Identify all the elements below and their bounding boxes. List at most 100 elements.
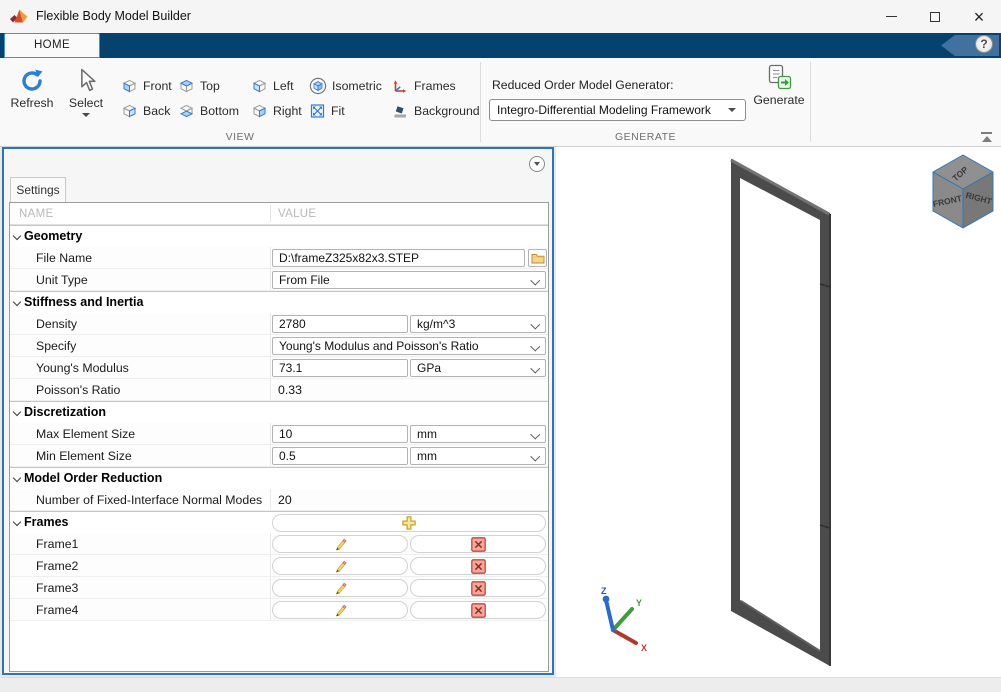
max-element-size-input[interactable]: 10 xyxy=(272,425,408,443)
collapse-panel-button[interactable] xyxy=(529,156,545,172)
browse-file-button[interactable] xyxy=(528,249,547,267)
row-frame2: Frame2 xyxy=(10,555,548,577)
collapse-bar-icon xyxy=(981,132,992,134)
pencil-icon xyxy=(333,603,348,618)
select-dropdown-caret-icon[interactable] xyxy=(82,113,90,117)
settings-panel: Settings NAME VALUE Geometry File Name D… xyxy=(2,147,554,675)
min-element-unit-dropdown[interactable]: mm xyxy=(410,447,546,465)
add-frame-button[interactable] xyxy=(272,514,546,532)
delete-frame4-button[interactable] xyxy=(410,601,546,619)
delete-frame1-button[interactable] xyxy=(410,535,546,553)
view-right-button[interactable]: Right xyxy=(251,102,302,120)
view-bottom-button[interactable]: Bottom xyxy=(178,102,239,120)
view-background-button[interactable]: Background xyxy=(392,102,480,120)
table-header: NAME VALUE xyxy=(10,203,548,225)
view-frames-button[interactable]: Frames xyxy=(392,77,456,95)
title-bar: Flexible Body Model Builder × xyxy=(0,0,1001,33)
view-fit-button[interactable]: Fit xyxy=(309,102,345,120)
view-isometric-button[interactable]: Isometric xyxy=(309,77,382,95)
section-title: Discretization xyxy=(24,402,106,423)
status-bar xyxy=(0,677,1001,692)
edit-frame2-button[interactable] xyxy=(272,557,408,575)
normal-modes-value[interactable]: 20 xyxy=(278,489,292,511)
section-title: Stiffness and Inertia xyxy=(24,292,143,313)
rom-generator-dropdown[interactable]: Integro-Differential Modeling Framework xyxy=(489,99,746,121)
generate-button[interactable]: Generate xyxy=(750,63,808,107)
chevron-down-icon[interactable] xyxy=(13,474,21,482)
section-title: Model Order Reduction xyxy=(24,468,162,489)
youngs-unit-dropdown[interactable]: GPa xyxy=(410,359,546,377)
poissons-ratio-value[interactable]: 0.33 xyxy=(278,379,302,401)
row-min-element-size: Min Element Size 0.5 mm xyxy=(10,445,548,467)
help-button[interactable]: ? xyxy=(975,35,993,53)
cube-left-icon xyxy=(251,78,268,94)
row-frame1: Frame1 xyxy=(10,533,548,555)
min-element-size-input[interactable]: 0.5 xyxy=(272,447,408,465)
delete-x-icon xyxy=(471,537,486,552)
close-button[interactable]: × xyxy=(957,0,1001,33)
section-row-geometry[interactable]: Geometry xyxy=(10,225,548,247)
density-input[interactable]: 2780 xyxy=(272,315,408,333)
chevron-down-icon[interactable] xyxy=(13,408,21,416)
delete-frame2-button[interactable] xyxy=(410,557,546,575)
cube-back-icon xyxy=(121,103,138,119)
generate-section-label: GENERATE xyxy=(481,131,810,143)
edit-frame3-button[interactable] xyxy=(272,579,408,597)
cube-bottom-icon xyxy=(178,103,195,119)
section-row-stiffness[interactable]: Stiffness and Inertia xyxy=(10,291,548,313)
column-header-name: NAME xyxy=(19,203,53,225)
view-front-button[interactable]: Front xyxy=(121,77,172,95)
pencil-icon xyxy=(333,559,348,574)
row-youngs-modulus: Young's Modulus 73.1 GPa xyxy=(10,357,548,379)
refresh-icon xyxy=(19,67,46,94)
property-label: Specify xyxy=(36,335,76,357)
model-canvas[interactable]: TOP FRONT RIGHT Z Y X xyxy=(556,147,1001,677)
section-row-model-order-reduction[interactable]: Model Order Reduction xyxy=(10,467,548,489)
row-file-name: File Name D:\frameZ325x82x3.STEP xyxy=(10,247,548,269)
chevron-down-icon[interactable] xyxy=(13,518,21,526)
frame-label: Frame3 xyxy=(36,577,78,599)
column-header-value: VALUE xyxy=(278,203,316,225)
view-left-button[interactable]: Left xyxy=(251,77,294,95)
collapse-toolstrip-button[interactable] xyxy=(980,132,993,143)
background-icon xyxy=(392,103,409,119)
youngs-modulus-input[interactable]: 73.1 xyxy=(272,359,408,377)
tab-settings[interactable]: Settings xyxy=(10,177,66,203)
model-viewport[interactable]: TOP FRONT RIGHT Z Y X xyxy=(556,147,1001,677)
matlab-logo-icon xyxy=(9,6,29,26)
window-title: Flexible Body Model Builder xyxy=(36,0,191,33)
collapse-triangle-icon xyxy=(982,136,992,142)
section-row-discretization[interactable]: Discretization xyxy=(10,401,548,423)
property-label: Number of Fixed-Interface Normal Modes xyxy=(36,489,262,511)
view-top-button[interactable]: Top xyxy=(178,77,220,95)
chevron-down-icon[interactable] xyxy=(13,298,21,306)
property-table: NAME VALUE Geometry File Name D:\frameZ3… xyxy=(9,202,549,672)
delete-frame3-button[interactable] xyxy=(410,579,546,597)
refresh-button[interactable]: Refresh xyxy=(6,67,58,110)
specify-dropdown[interactable]: Young's Modulus and Poisson's Ratio xyxy=(272,337,546,355)
unit-type-dropdown[interactable]: From File xyxy=(272,271,546,289)
minimize-button[interactable] xyxy=(869,0,913,33)
maximize-icon xyxy=(930,12,940,22)
edit-frame4-button[interactable] xyxy=(272,601,408,619)
row-unit-type: Unit Type From File xyxy=(10,269,548,291)
chevron-down-icon[interactable] xyxy=(13,232,21,240)
delete-x-icon xyxy=(471,581,486,596)
maximize-button[interactable] xyxy=(913,0,957,33)
property-label: Poisson's Ratio xyxy=(36,379,120,401)
tab-home[interactable]: HOME xyxy=(4,33,100,58)
generate-icon xyxy=(765,63,793,91)
property-label: Young's Modulus xyxy=(36,357,129,379)
max-element-unit-dropdown[interactable]: mm xyxy=(410,425,546,443)
toolstrip: Refresh Select Front Top Left xyxy=(0,58,1001,147)
view-back-button[interactable]: Back xyxy=(121,102,170,120)
edit-frame1-button[interactable] xyxy=(272,535,408,553)
row-frame4: Frame4 xyxy=(10,599,548,621)
density-unit-dropdown[interactable]: kg/m^3 xyxy=(410,315,546,333)
view-section-label: VIEW xyxy=(0,131,480,143)
section-row-frames[interactable]: Frames xyxy=(10,511,548,533)
file-name-input[interactable]: D:\frameZ325x82x3.STEP xyxy=(272,249,525,267)
property-label: Density xyxy=(36,313,77,335)
rom-generator-label: Reduced Order Model Generator: xyxy=(492,78,674,92)
select-button[interactable]: Select xyxy=(60,67,112,117)
